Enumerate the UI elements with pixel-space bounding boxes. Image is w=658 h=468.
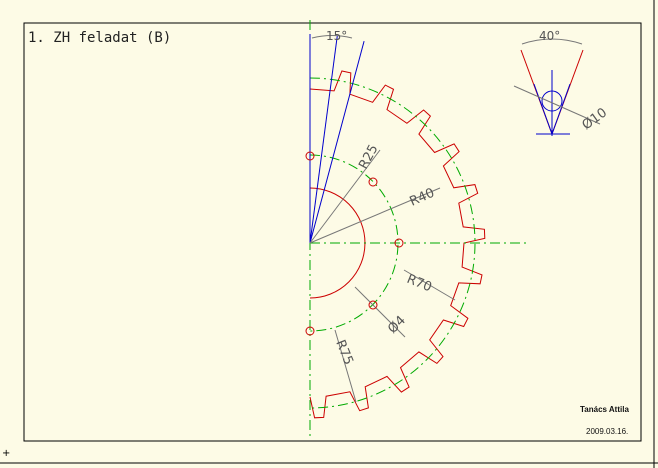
- r25-label: R25: [356, 142, 381, 172]
- drawing-sheet: + 1. ZH feladat (B) 15° R25 R40 R70 R75 …: [0, 0, 658, 468]
- crosshair-marker: +: [2, 448, 10, 459]
- dimension-lines: [309, 35, 601, 403]
- detail-dia-label: Ø10: [580, 105, 610, 133]
- hole-dia-label: Ø4: [385, 313, 409, 337]
- r75-label: R75: [332, 338, 355, 367]
- angle-pitch-label: 15°: [326, 29, 347, 43]
- r40-label: R40: [408, 186, 437, 210]
- drawing-frame: [23, 22, 642, 442]
- gear-outline: [309, 70, 486, 419]
- drawing-title: 1. ZH feladat (B): [28, 30, 171, 46]
- hole-upper-right: [368, 177, 378, 187]
- r70-label: R70: [405, 272, 434, 295]
- detail-angle-label: 40°: [539, 29, 560, 43]
- cad-drawing: + 1. ZH feladat (B) 15° R25 R40 R70 R75 …: [0, 0, 658, 468]
- center-lines: [309, 20, 528, 440]
- construction-lines: [309, 34, 571, 244]
- author-name: Tanács Attila: [580, 405, 629, 414]
- drawing-date: 2009.03.16.: [586, 427, 628, 436]
